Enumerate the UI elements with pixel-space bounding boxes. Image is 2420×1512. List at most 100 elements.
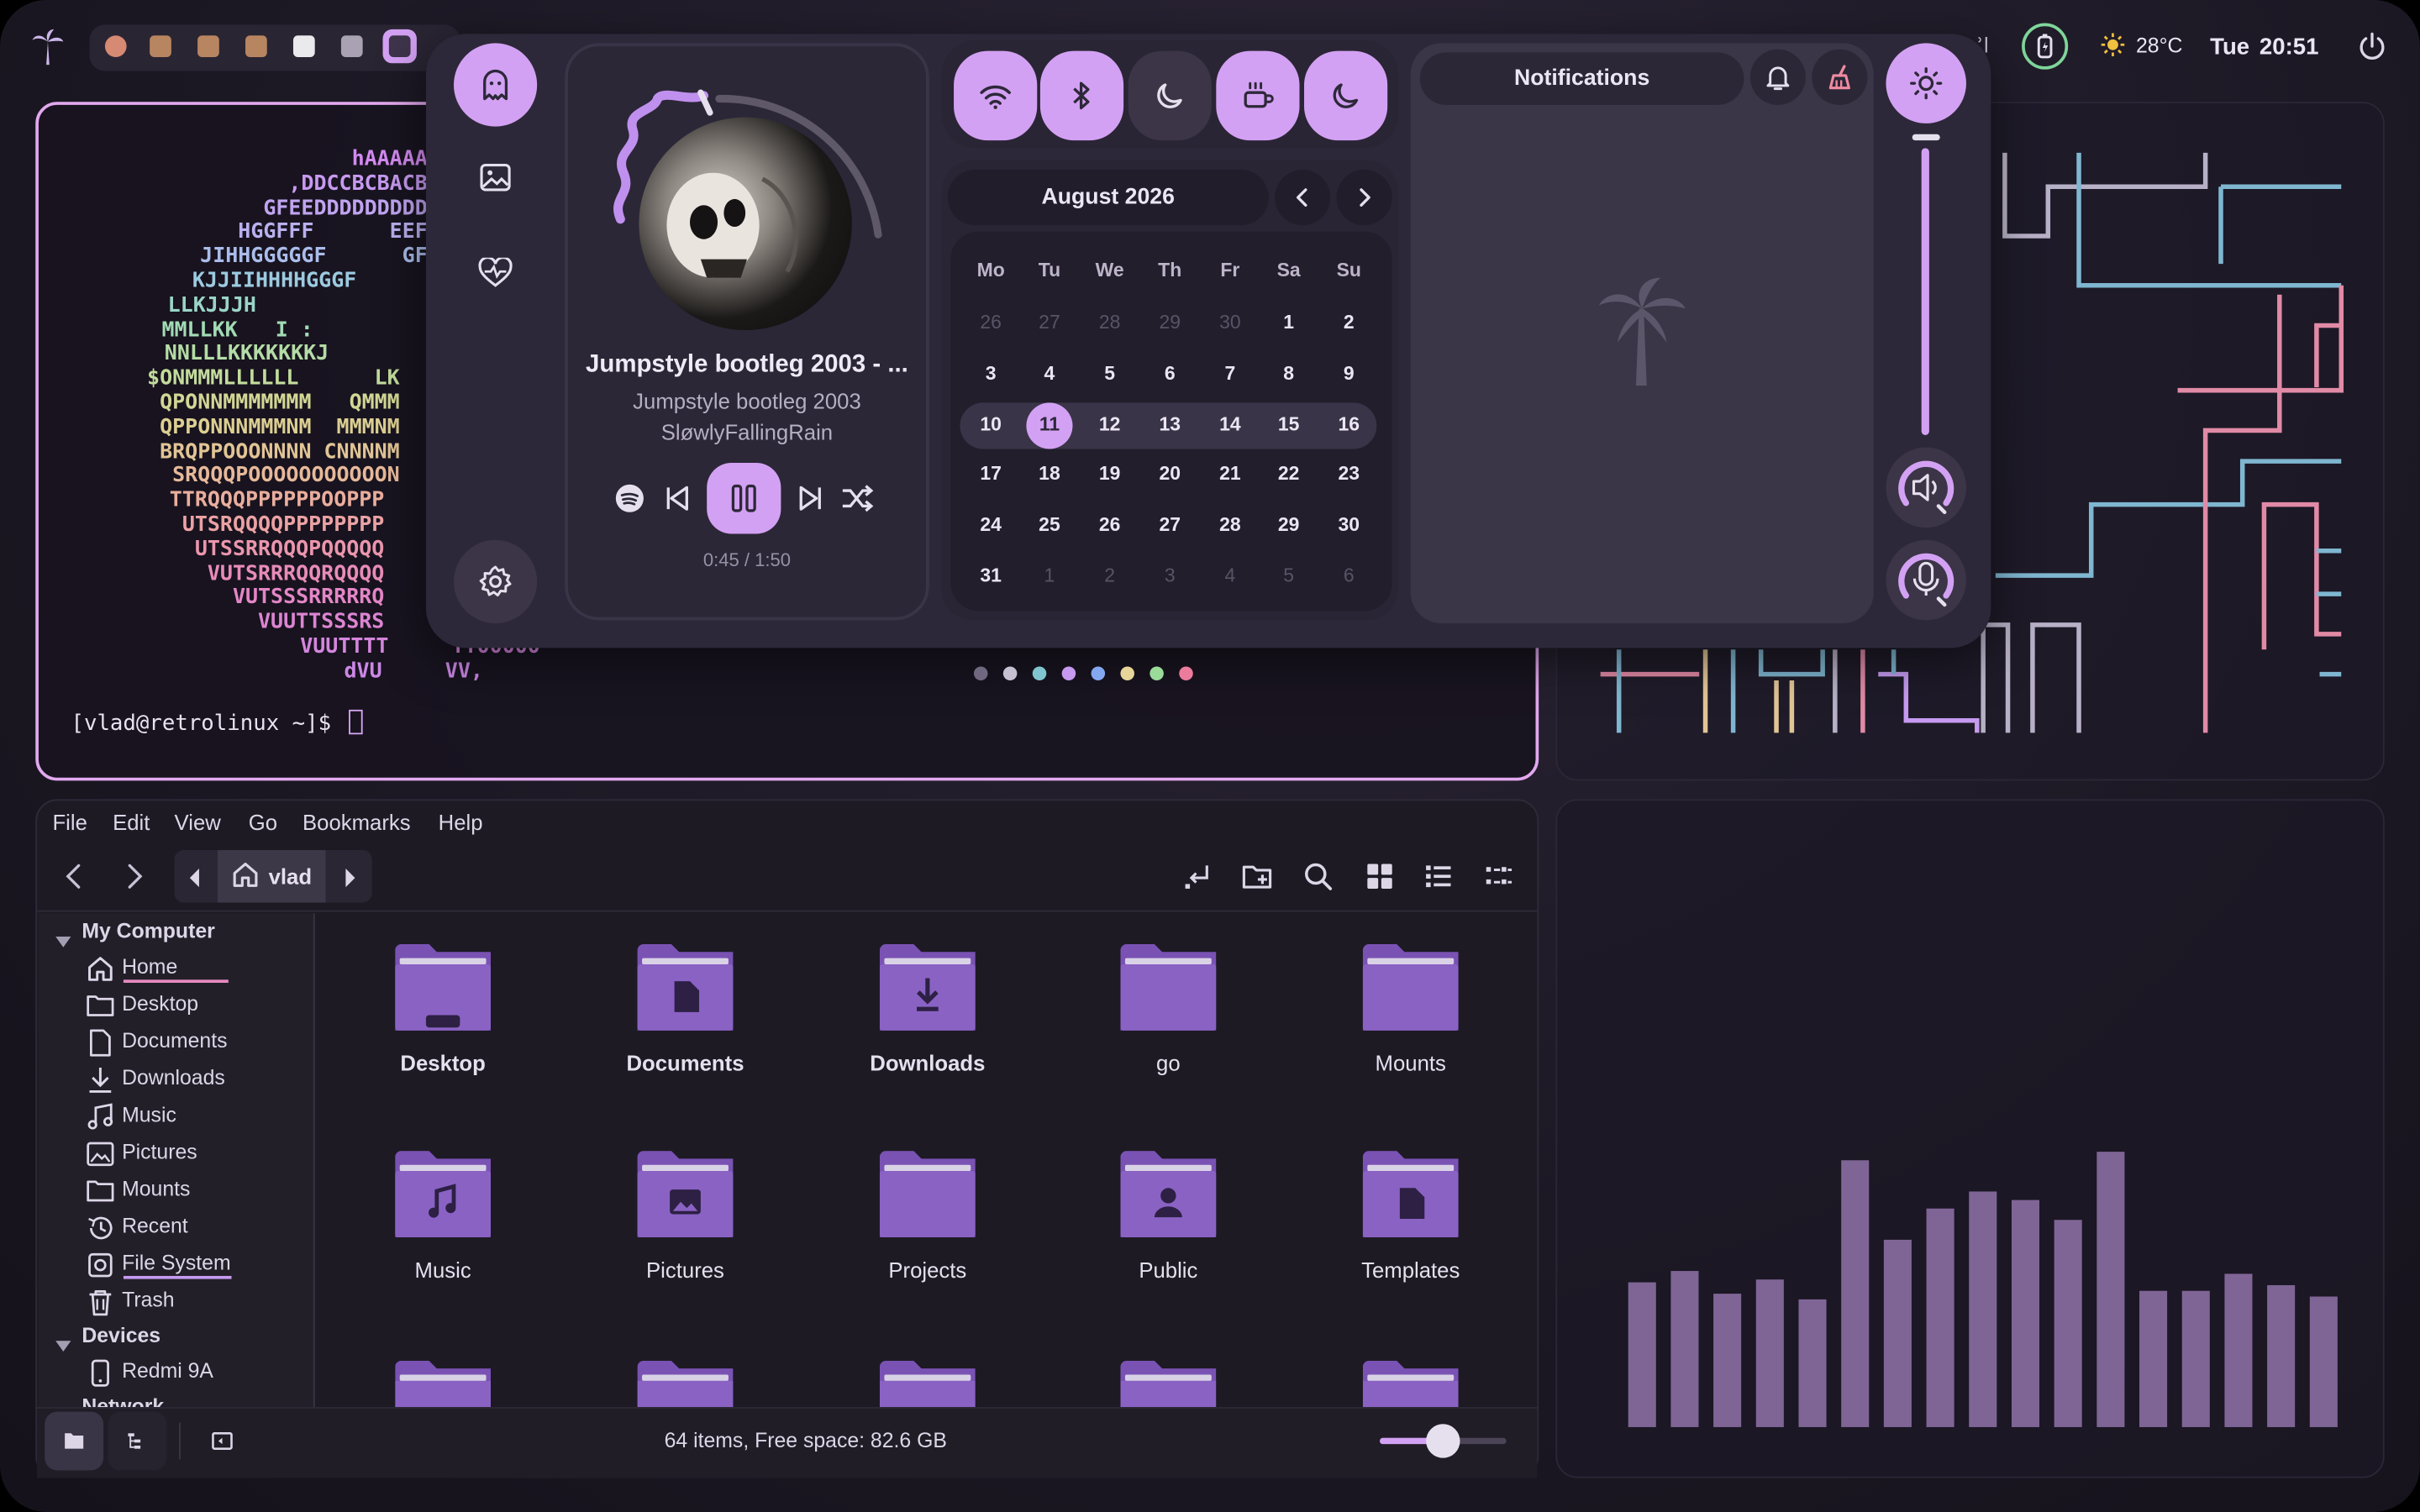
folder-desktop-icon[interactable] xyxy=(395,944,492,1031)
clock-time[interactable]: 20:51 xyxy=(2260,34,2318,60)
calendar-day[interactable]: 1 xyxy=(1023,564,1076,586)
collapse-my-computer-icon[interactable] xyxy=(55,926,71,955)
calendar-day[interactable]: 16 xyxy=(1323,412,1375,434)
sidebar-item-pictures[interactable]: Pictures xyxy=(122,1140,197,1163)
toggle-sidebar-button[interactable] xyxy=(193,1412,252,1471)
folder-partial-icon[interactable] xyxy=(1362,1360,1459,1408)
folder-documents-label[interactable]: Documents xyxy=(577,1051,793,1075)
folder-pictures-icon[interactable] xyxy=(637,1151,734,1238)
menu-view[interactable]: View xyxy=(175,810,221,834)
calendar-day[interactable]: 11 xyxy=(1023,412,1076,434)
workspace-dot[interactable] xyxy=(1179,666,1193,680)
bluetooth-toggle[interactable] xyxy=(1039,50,1124,141)
calendar-day[interactable]: 21 xyxy=(1204,464,1256,486)
calendar-day[interactable]: 3 xyxy=(965,362,1017,384)
new-folder-button[interactable] xyxy=(1239,858,1276,895)
notifications-silence-button[interactable] xyxy=(1749,49,1806,105)
calendar-day[interactable]: 30 xyxy=(1204,312,1256,333)
places-pane-button[interactable] xyxy=(45,1411,104,1471)
calendar-day[interactable]: 2 xyxy=(1083,564,1135,586)
forward-button[interactable] xyxy=(116,858,153,895)
sidebar-item-file-system[interactable]: File System xyxy=(122,1252,231,1275)
folder-music-icon[interactable] xyxy=(395,1151,492,1238)
collapse-devices-icon[interactable] xyxy=(55,1330,71,1359)
folder-mounts-label[interactable]: Mounts xyxy=(1302,1051,1518,1075)
folder-partial-icon[interactable] xyxy=(1120,1360,1217,1408)
calendar-day[interactable]: 7 xyxy=(1204,362,1256,384)
calendar-day[interactable]: 23 xyxy=(1323,464,1375,486)
zoom-slider-handle[interactable] xyxy=(1426,1424,1460,1458)
vm-app-icon[interactable] xyxy=(287,29,321,63)
sidebar-item-downloads[interactable]: Downloads xyxy=(122,1066,225,1089)
health-button[interactable] xyxy=(454,232,537,315)
calendar-day[interactable]: 20 xyxy=(1144,464,1196,486)
power-icon[interactable] xyxy=(2355,29,2389,63)
wallpaper-button[interactable] xyxy=(454,136,537,219)
folder-go-label[interactable]: go xyxy=(1060,1051,1276,1075)
folder-documents-icon[interactable] xyxy=(637,944,734,1031)
calendar-day[interactable]: 26 xyxy=(1083,514,1135,536)
calendar-day[interactable]: 28 xyxy=(1204,514,1256,536)
ghost-app-icon[interactable] xyxy=(144,29,177,63)
next-track-button[interactable] xyxy=(795,483,826,514)
workspace-dot[interactable] xyxy=(1032,666,1047,680)
calendar-day[interactable]: 29 xyxy=(1144,312,1196,333)
menu-file[interactable]: File xyxy=(52,810,87,834)
calendar-day[interactable]: 6 xyxy=(1144,362,1196,384)
calendar-day[interactable]: 18 xyxy=(1023,464,1076,486)
menu-go[interactable]: Go xyxy=(249,810,277,834)
ghost-app-icon-active[interactable] xyxy=(382,29,417,64)
folder-partial-icon[interactable] xyxy=(879,1360,976,1408)
notifications-clear-button[interactable] xyxy=(1812,49,1868,105)
folder-go-icon[interactable] xyxy=(1120,944,1217,1031)
calendar-next-button[interactable] xyxy=(1336,170,1392,226)
calendar-day[interactable]: 28 xyxy=(1083,312,1135,333)
folder-desktop-label[interactable]: Desktop xyxy=(335,1051,551,1075)
workspace-dot[interactable] xyxy=(1061,666,1076,680)
list-view-button[interactable] xyxy=(1420,858,1457,895)
sidebar-item-documents[interactable]: Documents xyxy=(122,1029,227,1053)
sidebar-item-music[interactable]: Music xyxy=(122,1103,176,1126)
volume-output-button[interactable] xyxy=(1886,447,1966,528)
caffeine-toggle[interactable] xyxy=(1216,50,1300,141)
workspace-dot[interactable] xyxy=(1120,666,1134,680)
calendar-day[interactable]: 27 xyxy=(1023,312,1076,333)
calendar-day[interactable]: 4 xyxy=(1023,362,1076,384)
brightness-button[interactable] xyxy=(1886,43,1966,123)
play-pause-button[interactable] xyxy=(707,463,781,534)
spotify-icon[interactable] xyxy=(614,483,645,514)
previous-track-button[interactable] xyxy=(662,483,693,514)
breadcrumb-left-arrow[interactable] xyxy=(187,865,202,895)
workspace-dot[interactable] xyxy=(973,666,988,680)
calendar-day[interactable]: 5 xyxy=(1083,362,1135,384)
folder-templates-label[interactable]: Templates xyxy=(1302,1257,1518,1282)
sidebar-item-home[interactable]: Home xyxy=(122,955,177,979)
menu-help[interactable]: Help xyxy=(439,810,483,834)
menu-bookmarks[interactable]: Bookmarks xyxy=(302,810,411,834)
workspace-dot[interactable] xyxy=(1150,666,1164,680)
wifi-toggle[interactable] xyxy=(954,50,1038,141)
ghost-app-icon-3[interactable] xyxy=(239,29,273,63)
calendar-day[interactable]: 17 xyxy=(965,464,1017,486)
folder-partial-icon[interactable] xyxy=(637,1360,734,1408)
workspace-dot[interactable] xyxy=(1091,666,1106,680)
menu-edit[interactable]: Edit xyxy=(113,810,150,834)
calendar-day[interactable]: 22 xyxy=(1262,464,1314,486)
sidebar-network-row[interactable]: Network xyxy=(55,1398,302,1407)
tree-pane-button[interactable] xyxy=(108,1411,167,1471)
calendar-day[interactable]: 4 xyxy=(1204,564,1256,586)
palm-logo-icon[interactable] xyxy=(31,26,65,66)
workspace-dot[interactable] xyxy=(1002,666,1018,680)
terminal-prompt[interactable]: [vlad@retrolinux ~]$ xyxy=(71,709,363,736)
search-button[interactable] xyxy=(1300,858,1337,895)
sidebar-item-mounts[interactable]: Mounts xyxy=(122,1177,190,1200)
folder-projects-label[interactable]: Projects xyxy=(819,1257,1035,1282)
calendar-day[interactable]: 8 xyxy=(1262,362,1314,384)
folder-music-label[interactable]: Music xyxy=(335,1257,551,1282)
ghost-app-icon-2[interactable] xyxy=(192,29,225,63)
folder-public-label[interactable]: Public xyxy=(1060,1257,1276,1282)
calendar-prev-button[interactable] xyxy=(1275,170,1331,226)
calendar-day[interactable]: 13 xyxy=(1144,412,1196,434)
icon-view-button[interactable] xyxy=(1361,858,1398,895)
microphone-button[interactable] xyxy=(1886,539,1966,621)
